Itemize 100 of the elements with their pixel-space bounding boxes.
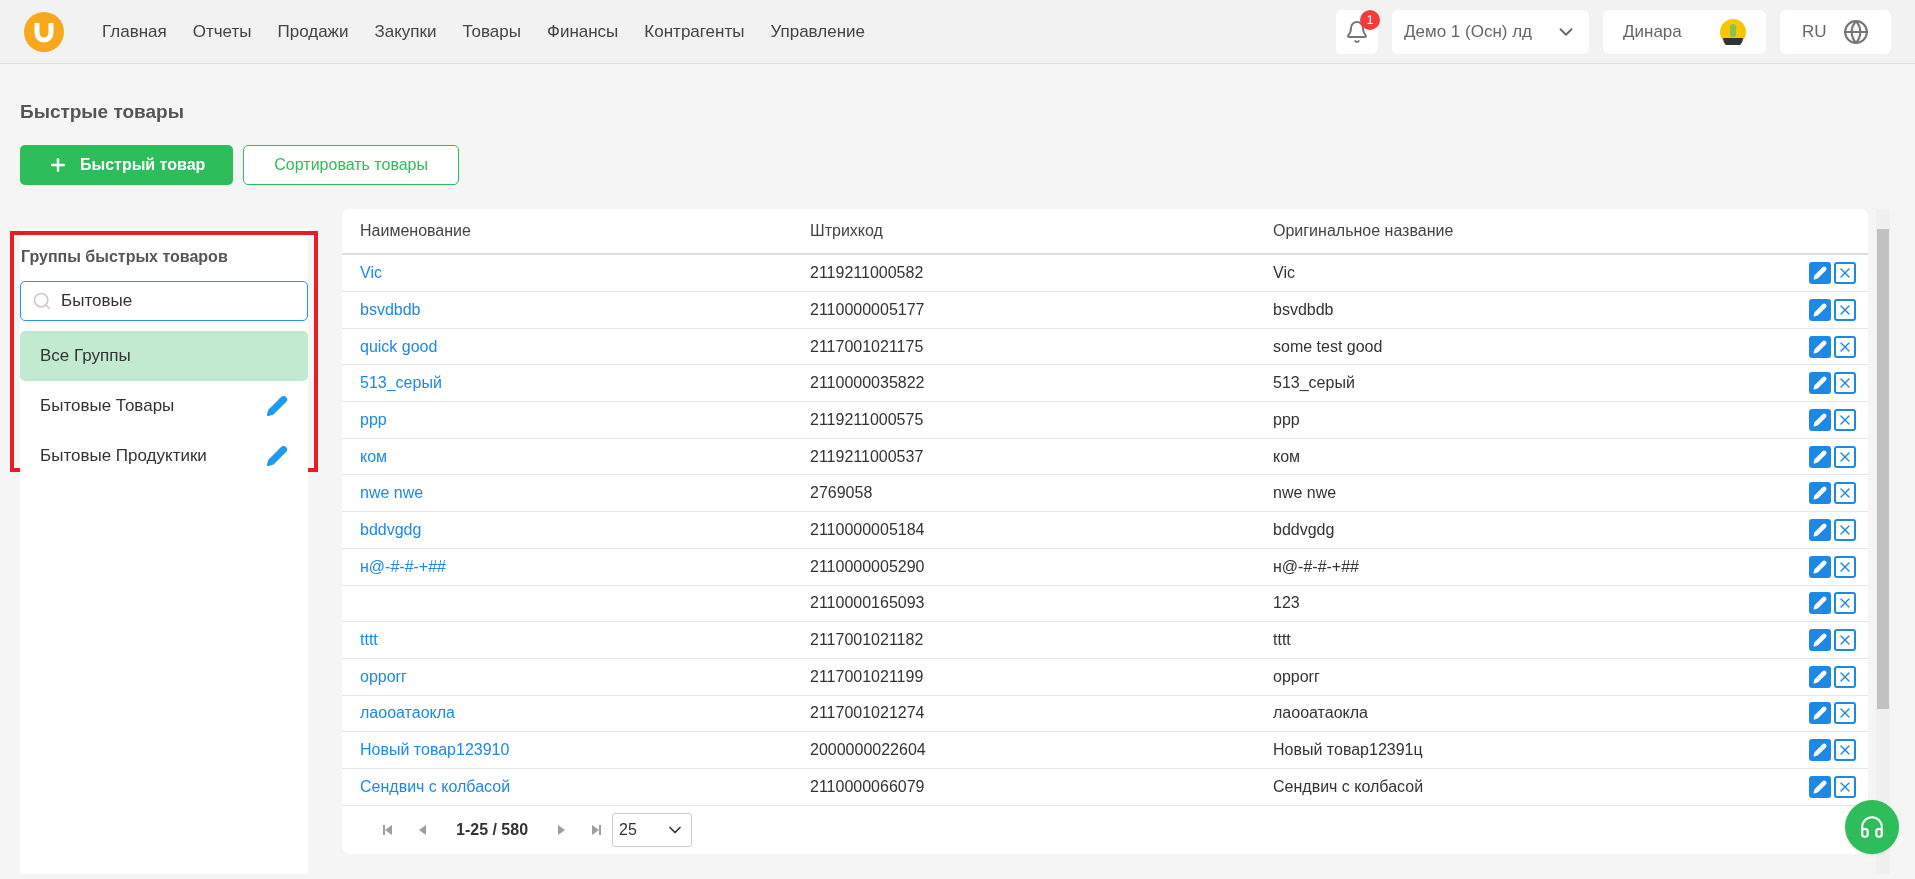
original-name-cell-text: bsvdbdb [1272,299,1335,320]
edit-button[interactable] [1809,335,1831,358]
nav-link[interactable]: Управление [770,18,865,45]
edit-button[interactable] [1809,702,1831,725]
group-search-field[interactable]: Бытовые [20,280,308,321]
column-header: Оригинальное название [1272,220,1454,241]
delete-button[interactable] [1834,298,1856,321]
delete-button[interactable] [1834,629,1856,652]
pencil-icon [1813,376,1827,391]
item-link[interactable]: nwe nwe [360,484,424,502]
edit-button[interactable] [1809,298,1831,321]
nav-link[interactable]: Закупки [374,18,437,45]
original-name-cell-text: Сендвич с колбасой [1272,776,1425,797]
logo-icon[interactable] [24,11,64,52]
column-header: Наименование [359,220,472,241]
edit-button[interactable] [1809,775,1831,798]
edit-button[interactable] [1809,739,1831,762]
nav-link[interactable]: Товары [462,18,521,45]
original-name-cell-text: ppp [1272,409,1301,430]
edit-button[interactable] [1809,629,1831,652]
headset-icon [1859,814,1885,840]
item-link[interactable]: quick good [360,337,438,355]
edit-button[interactable] [1809,555,1831,578]
edit-button[interactable] [1809,372,1831,395]
nav-link[interactable]: Продажи [277,18,349,45]
edit-button[interactable] [1809,262,1831,285]
edit-button[interactable] [1809,482,1831,505]
original-name-cell-text: ком [1272,446,1302,467]
item-link[interactable]: Новый товар123910 [360,741,510,759]
pencil-icon[interactable] [266,394,288,417]
add-quick-item-button[interactable]: Быстрый товар [20,144,234,185]
item-link[interactable]: ppp [360,410,387,428]
item-link[interactable]: ком [360,447,388,465]
avatar-icon [1720,18,1746,45]
delete-button[interactable] [1834,262,1856,285]
delete-button[interactable] [1834,592,1856,615]
company-dropdown[interactable]: Демо 1 (Осн) лд [1392,9,1589,54]
pencil-icon [1813,669,1827,684]
page-size-select[interactable]: 25 [612,812,693,847]
item-link[interactable]: лаооатаокла [360,704,455,722]
barcode-cell-text: 2110000035822 [809,373,926,394]
edit-button[interactable] [1809,592,1831,615]
nav-link[interactable]: Финансы [546,18,619,45]
page-title: Быстрые товары [20,100,185,124]
last-page-icon[interactable] [590,823,603,836]
pencil-icon [1813,339,1827,354]
column-header: Штрихкод [809,220,884,241]
group-item[interactable]: Все Группы [20,330,308,381]
barcode-cell-text: 2117001021175 [809,336,925,357]
delete-button[interactable] [1834,519,1856,541]
original-name-cell-text: nwe nwe [1272,483,1338,504]
globe-icon [1843,18,1869,45]
delete-button[interactable] [1834,665,1856,688]
delete-button[interactable] [1834,372,1856,395]
delete-button[interactable] [1834,408,1856,431]
original-name-cell-text: opporг [1272,666,1321,687]
item-link[interactable]: opporг [360,667,407,685]
item-link[interactable]: Vic [360,264,382,282]
edit-button[interactable] [1809,519,1831,541]
delete-button[interactable] [1834,702,1856,725]
delete-button[interactable] [1834,775,1856,798]
edit-button[interactable] [1809,408,1831,431]
nav-link[interactable]: Главная [102,18,167,45]
first-page-icon[interactable] [382,823,394,836]
delete-button[interactable] [1834,739,1856,762]
notification-button[interactable]: 1 [1336,9,1378,54]
delete-button[interactable] [1834,482,1856,505]
barcode-cell-text: 2117001021274 [809,703,926,724]
barcode-cell-text: 2769058 [809,483,874,504]
sort-items-button[interactable]: Сортировать товары [243,144,459,185]
pencil-icon [1813,523,1827,537]
item-link[interactable]: Сендвич с колбасой [360,777,511,795]
item-link[interactable]: 513_серый [360,374,442,392]
barcode-cell-text: 2117001021182 [809,630,925,651]
item-link[interactable]: bddvgdg [360,521,422,538]
item-link[interactable]: bsvdbdb [360,300,421,318]
pencil-icon [1813,596,1827,611]
groups-title: Группы быстрых товаров [20,246,229,267]
pencil-icon [1813,302,1827,317]
nav-link[interactable]: Контрагенты [644,18,745,45]
scrollbar[interactable] [1876,208,1890,874]
notification-badge: 1 [1360,9,1380,30]
nav-link[interactable]: Отчеты [192,18,252,45]
delete-button[interactable] [1834,445,1856,468]
original-name-cell-text: Vic [1272,263,1296,284]
barcode-cell-text: 2110000005184 [809,520,926,540]
delete-button[interactable] [1834,555,1856,578]
edit-button[interactable] [1809,665,1831,688]
original-name-cell-text: some test good [1272,336,1384,357]
edit-button[interactable] [1809,445,1831,468]
item-link[interactable]: н@-#-#-+## [360,557,446,575]
user-button[interactable]: Динара [1603,9,1766,54]
original-name-cell-text: 123 [1272,593,1301,614]
original-name-cell-text: Новый товар12391ц [1272,740,1424,761]
original-name-cell-text: н@-#-#-+## [1272,556,1360,577]
search-icon [32,290,52,311]
pencil-icon[interactable] [266,444,288,467]
item-link[interactable]: tttt [360,631,378,649]
language-button[interactable]: RU [1780,9,1891,54]
delete-button[interactable] [1834,335,1856,358]
